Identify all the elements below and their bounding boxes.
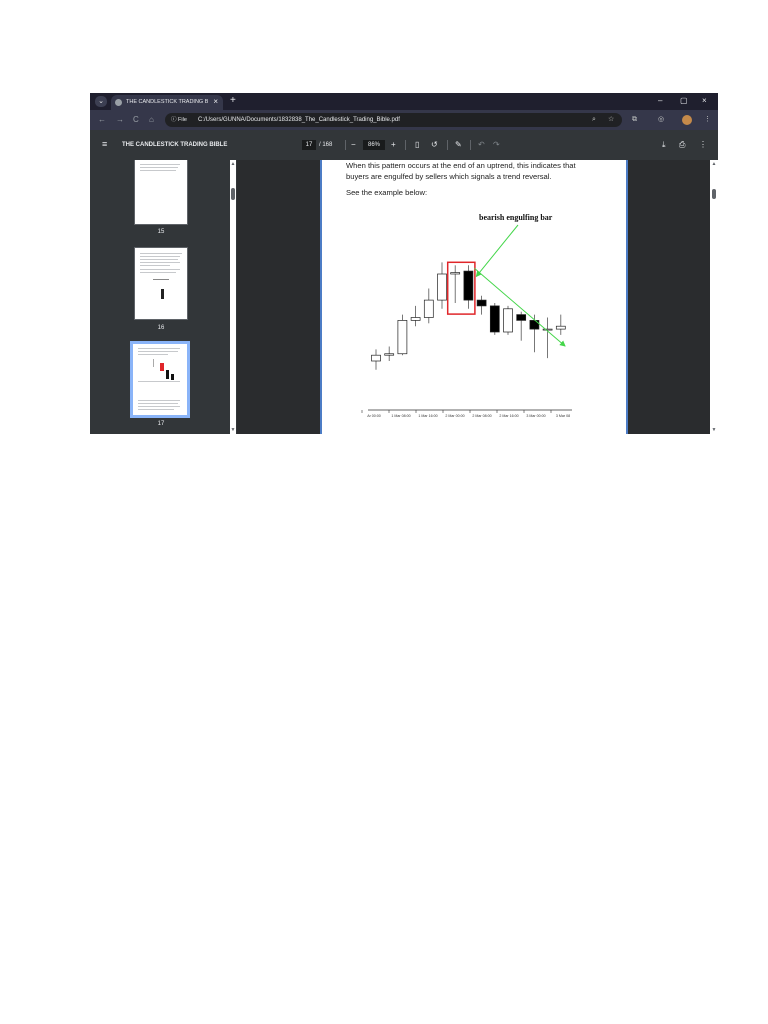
tab-title: THE CANDLESTICK TRADING BI [126, 99, 208, 105]
pdf-viewer: When this pattern occurs at the end of a… [237, 160, 710, 434]
download-icon[interactable]: ⤓ [662, 139, 666, 151]
bullish-candle [542, 328, 553, 331]
tab-search-button[interactable]: ⌄ [95, 96, 107, 107]
toolbar-divider [470, 140, 471, 150]
toolbar-divider [345, 140, 346, 150]
bearish-candle [516, 314, 527, 321]
scroll-down-icon[interactable]: ▼ [711, 427, 717, 433]
navigation-bar: ← → C ⌂ ⓘ File C:/Users/GUNNA/Documents/… [90, 110, 718, 130]
viewer-scroll-thumb[interactable] [712, 189, 716, 199]
star-icon[interactable]: ☆ [608, 115, 614, 125]
candlestick-chart: Ar 00:00 1 Mar 08:00 1 Mar 16:00 2 Mar 00:0… [361, 224, 572, 418]
undo-icon[interactable]: ↶ [478, 139, 485, 151]
x-tick-label: 3 Mar 08 [556, 414, 570, 418]
thumbnail-page-16[interactable] [135, 248, 187, 319]
fit-page-icon[interactable]: ▯ [415, 139, 419, 151]
bullish-candle [371, 354, 381, 362]
annotation-arrow [475, 224, 519, 278]
redo-icon[interactable]: ↷ [493, 139, 500, 151]
extensions-icon[interactable]: ⧉ [632, 114, 637, 126]
profile-switch-icon[interactable]: ◎ [658, 114, 664, 126]
thumbnail-label: 17 [157, 421, 165, 427]
url-text[interactable]: C:/Users/GUNNA/Documents/1832838_The_Can… [198, 115, 400, 125]
tab-active[interactable]: THE CANDLESTICK TRADING BI × [111, 95, 223, 110]
x-tick-label: Ar 00:00 [367, 414, 381, 418]
thumbnail-page-17[interactable] [133, 344, 187, 415]
file-chip[interactable]: ⓘ File [171, 115, 187, 125]
thumbnail-label: 16 [157, 325, 165, 331]
zoom-in-button[interactable]: + [391, 139, 396, 151]
kebab-menu-icon[interactable]: ⋮ [704, 114, 711, 126]
x-tick-label: 2 Mar 08:00 [472, 414, 491, 418]
bearish-candle [463, 270, 474, 301]
scroll-down-icon[interactable]: ▼ [230, 427, 236, 433]
page-number-input[interactable]: 17 [302, 140, 316, 150]
new-tab-button[interactable]: + [230, 95, 236, 107]
thumbnail-page-15[interactable] [135, 160, 187, 224]
x-tick-label: 1 Mar 16:00 [418, 414, 437, 418]
pdf-favicon-icon [115, 99, 122, 106]
x-tick-label: 1 Mar 08:00 [391, 414, 410, 418]
x-tick-label: 2 Mar 00:00 [445, 414, 464, 418]
close-window-button[interactable]: × [702, 95, 707, 107]
thumbnail-label: 15 [157, 229, 165, 235]
tab-close-icon[interactable]: × [213, 97, 218, 107]
maximize-button[interactable]: ▢ [680, 95, 688, 107]
minimize-button[interactable]: – [658, 95, 662, 107]
bullish-candle [555, 325, 566, 330]
bearish-candle [476, 299, 487, 307]
pdf-toolbar: ≡ THE CANDLESTICK TRADING BIBLE 17 / 168… [90, 130, 718, 160]
bullish-candle [397, 320, 408, 355]
bearish-candle [529, 320, 540, 330]
address-bar[interactable]: ⓘ File C:/Users/GUNNA/Documents/1832838_… [165, 113, 622, 127]
bearish-candle [489, 305, 500, 333]
bullish-candle [450, 272, 461, 275]
bullish-candle [384, 353, 395, 356]
tab-strip: ⌄ THE CANDLESTICK TRADING BI × + – ▢ × [90, 93, 718, 110]
toolbar-divider [447, 140, 448, 150]
thumbnail-sidebar: 15 16 17 ▲ ▼ [90, 160, 237, 434]
browser-window: ⌄ THE CANDLESTICK TRADING BI × + – ▢ × ←… [90, 93, 718, 434]
page-total: / 168 [319, 142, 333, 148]
sidebar-scroll-thumb[interactable] [231, 188, 235, 200]
zoom-icon[interactable]: ⌕ [592, 115, 596, 125]
viewer-scrollbar[interactable]: ▲ ▼ [710, 160, 718, 434]
bullish-candle [437, 273, 447, 301]
x-tick-label: 3 Mar 00:00 [526, 414, 545, 418]
scroll-up-icon[interactable]: ▲ [711, 161, 717, 167]
avatar[interactable] [682, 115, 692, 125]
chart-annotation: bearish engulfing bar [479, 213, 553, 222]
bullish-candle [410, 317, 421, 321]
scroll-up-icon[interactable]: ▲ [230, 161, 236, 167]
bullish-candle [503, 308, 513, 333]
document-title: THE CANDLESTICK TRADING BIBLE [122, 142, 228, 148]
forward-button[interactable]: → [116, 114, 124, 126]
rotate-icon[interactable]: ↺ [431, 139, 438, 151]
home-button[interactable]: ⌂ [149, 114, 154, 126]
trend-arrow [474, 267, 566, 347]
annotate-icon[interactable]: ✎ [455, 139, 462, 151]
zoom-input[interactable]: 86% [363, 140, 385, 150]
toolbar-divider [405, 140, 406, 150]
x-tick-label: 2 Mar 16:00 [499, 414, 518, 418]
pdf-page: When this pattern occurs at the end of a… [320, 160, 628, 434]
sidebar-scrollbar[interactable]: ▲ ▼ [230, 160, 236, 434]
menu-icon[interactable]: ≡ [102, 138, 107, 150]
print-icon[interactable]: ⎙ [679, 139, 685, 151]
back-button[interactable]: ← [98, 114, 106, 126]
zoom-out-button[interactable]: − [351, 139, 356, 151]
more-actions-icon[interactable]: ⋮ [699, 139, 707, 151]
bullish-candle [423, 299, 434, 318]
reload-button[interactable]: C [133, 114, 139, 126]
